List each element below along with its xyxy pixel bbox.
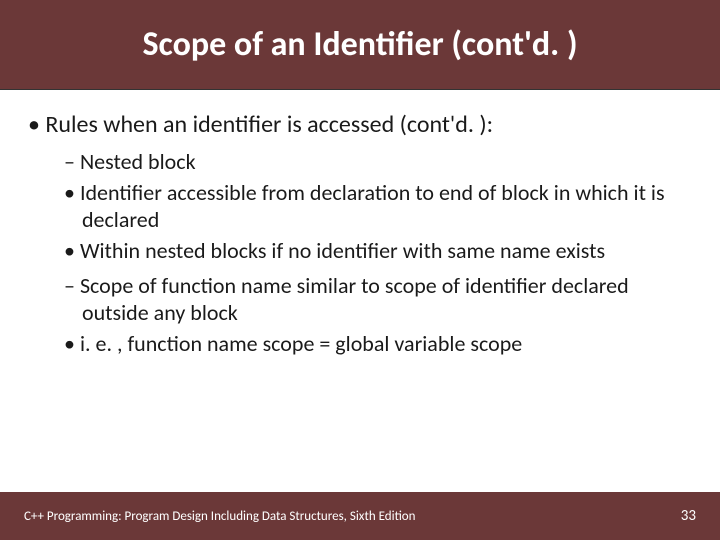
bullet-top: Rules when an identifier is accessed (co… <box>28 110 692 140</box>
bullet-dash-1: Nested block <box>64 148 692 175</box>
footer-source: C++ Programming: Program Design Includin… <box>24 509 416 524</box>
bullet-dash-2: Scope of function name similar to scope … <box>64 272 692 326</box>
bullet-dot-2: Within nested blocks if no identifier wi… <box>64 237 692 264</box>
bullet-list-dot-2: i. e. , function name scope = global var… <box>64 330 692 357</box>
slide: Scope of an Identifier (cont'd. ) Rules … <box>0 0 720 540</box>
footer-bar: C++ Programming: Program Design Includin… <box>0 492 720 540</box>
bullet-dot-3: i. e. , function name scope = global var… <box>64 330 692 357</box>
slide-title: Scope of an Identifier (cont'd. ) <box>142 24 577 65</box>
slide-content: Rules when an identifier is accessed (co… <box>0 90 720 540</box>
footer-page-number: 33 <box>681 507 696 525</box>
bullet-list-dot-1: Identifier accessible from declaration t… <box>64 179 692 264</box>
bullet-dot-1: Identifier accessible from declaration t… <box>64 179 692 233</box>
title-bar: Scope of an Identifier (cont'd. ) <box>0 0 720 90</box>
bullet-list-top: Rules when an identifier is accessed (co… <box>28 110 692 140</box>
bullet-list-dash: Nested block <box>64 148 692 175</box>
bullet-list-dash-2: Scope of function name similar to scope … <box>64 272 692 326</box>
